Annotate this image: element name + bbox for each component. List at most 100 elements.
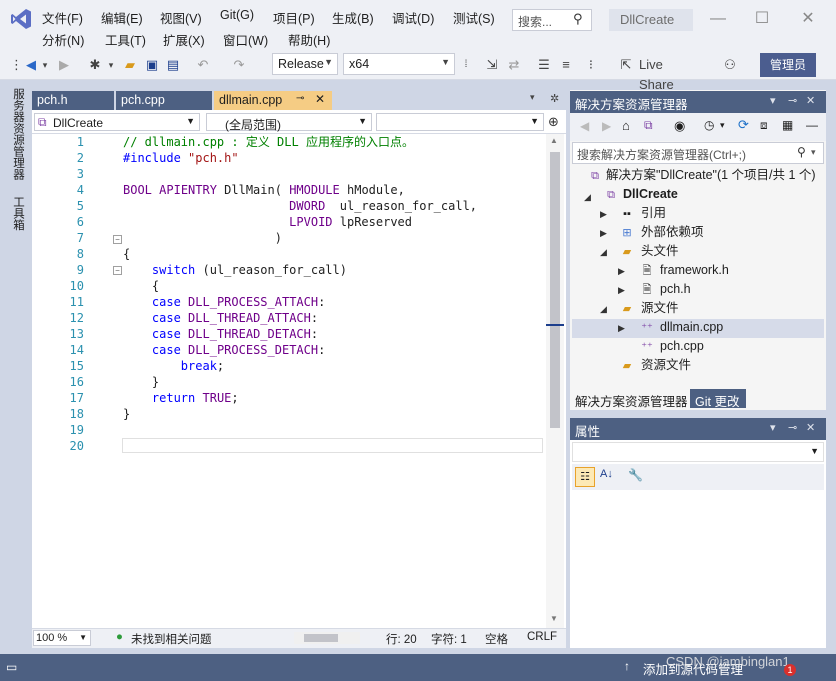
tree-item-header-files[interactable]: 头文件 [641,242,679,261]
pin-icon[interactable]: ⊸ [788,94,797,107]
expanded-icon[interactable]: ◢ [600,304,607,315]
menu-tools[interactable]: 工具(T) [105,30,146,49]
save-all-icon[interactable]: ▤ [164,55,182,75]
properties-icon[interactable]: ▦ [782,118,793,132]
member-dropdown[interactable]: ▼ [376,113,544,131]
expanded-icon[interactable]: ◢ [600,247,607,258]
collapse-icon[interactable]: − [113,235,122,244]
tab-overflow-icon[interactable]: ▾ [530,92,535,103]
undo-icon[interactable]: ↶ [194,55,212,75]
menu-git[interactable]: Git(G) [220,8,254,22]
pending-changes-icon[interactable]: ◷ [704,118,714,132]
alphabetical-icon[interactable]: A↓ [600,468,613,480]
whitespace-indicator[interactable]: 空格 [485,631,508,647]
close-tab-icon[interactable]: ✕ [315,92,325,106]
server-explorer-tab[interactable]: 服务器资源管理器 [10,88,26,180]
char-indicator[interactable]: 字符: 1 [431,631,467,647]
switch-views-icon[interactable]: ⧉ [644,118,653,133]
tree-item-framework-h[interactable]: framework.h [660,261,729,280]
window-options-icon[interactable]: ▾ [770,94,776,107]
tab-solution-explorer[interactable]: 解决方案资源管理器 [570,389,688,409]
forward-icon[interactable]: ▶ [602,119,611,133]
collapsed-icon[interactable]: ▶ [600,228,607,239]
back-icon[interactable]: ◀ [580,119,589,133]
object-selector[interactable]: ▼ [572,442,824,462]
search-input[interactable]: 搜索... ⚲ [512,9,592,31]
close-icon[interactable]: ✕ [793,6,823,32]
editor-horizontal-scrollbar[interactable] [294,632,360,644]
sync-icon[interactable]: ⟳ [738,117,749,133]
settings-icon[interactable]: ✲ [550,92,559,105]
forward-icon[interactable]: ▶ [55,55,73,75]
tab-pch-h[interactable]: pch.h [32,91,114,110]
collapse-all-icon[interactable]: ⧈ [760,118,768,133]
save-icon[interactable]: ▣ [143,55,161,75]
menu-debug[interactable]: 调试(D) [392,8,434,27]
pin-icon[interactable]: ⊸ [296,93,304,104]
menu-file[interactable]: 文件(F) [42,8,83,27]
menu-window[interactable]: 窗口(W) [223,30,268,49]
toolbar-overflow-icon[interactable]: ⁞ [462,55,470,75]
feedback-icon[interactable]: ⚇ [720,55,740,75]
tab-git-changes[interactable]: Git 更改 [690,389,746,409]
project-dropdown[interactable]: ⧉ DllCreate ▼ [34,113,200,131]
menu-help[interactable]: 帮助(H) [288,30,330,49]
line-indicator[interactable]: 行: 20 [386,631,417,647]
tree-item-pch-h[interactable]: pch.h [660,280,691,299]
window-options-icon[interactable]: ▾ [770,421,776,434]
toolbar-options-icon[interactable]: ⁝ [586,55,596,75]
admin-button[interactable]: 管理员 [760,53,816,77]
editor-vertical-scrollbar[interactable]: ▲ ▼ [546,134,564,628]
scroll-up-icon[interactable]: ▲ [550,136,558,145]
new-dropdown-icon[interactable]: ▾ [106,55,116,75]
back-icon[interactable]: ◀ [22,55,40,75]
tree-item-solution[interactable]: 解决方案"DllCreate"(1 个项目/共 1 个) [606,166,816,185]
collapsed-icon[interactable]: ▶ [600,209,607,220]
tree-item-project[interactable]: DllCreate [623,185,678,204]
issues-status[interactable]: 未找到相关问题 [131,631,212,647]
categorized-icon[interactable]: ☷ [575,467,595,487]
show-all-files-icon[interactable]: ◉ [674,118,685,134]
tree-item-references[interactable]: 引用 [641,204,666,223]
property-pages-icon[interactable]: 🔧 [628,468,643,482]
menu-edit[interactable]: 编辑(E) [101,8,143,27]
menu-analyze[interactable]: 分析(N) [42,30,84,49]
collapsed-icon[interactable]: ▶ [618,323,625,334]
pin-icon[interactable]: ⊸ [788,421,797,434]
step-over-icon[interactable]: ⇄ [505,55,523,75]
uncomment-icon[interactable]: ≡ [557,55,575,75]
collapse-icon[interactable]: − [113,266,122,275]
menu-extensions[interactable]: 扩展(X) [163,30,205,49]
chevron-down-icon[interactable]: ▾ [720,120,725,131]
menu-view[interactable]: 视图(V) [160,8,202,27]
scrollbar-thumb[interactable] [304,634,338,642]
comment-icon[interactable]: ☰ [535,55,553,75]
collapsed-icon[interactable]: ▶ [618,285,625,296]
solution-search-input[interactable]: 搜索解决方案资源管理器(Ctrl+;) ⚲ ▾ [572,142,824,164]
tree-item-source-files[interactable]: 源文件 [641,299,679,318]
output-panel-icon[interactable]: ▭ [6,660,17,674]
more-icon[interactable]: — [806,118,818,132]
home-icon[interactable]: ⌂ [622,118,630,133]
split-editor-icon[interactable]: ⊕ [548,114,559,130]
maximize-icon[interactable]: ☐ [747,6,777,32]
menu-project[interactable]: 项目(P) [273,8,315,27]
expanded-icon[interactable]: ◢ [584,192,591,203]
notification-badge-icon[interactable]: 1 [784,664,796,676]
tree-item-pch-cpp[interactable]: pch.cpp [660,337,704,356]
eol-indicator[interactable]: CRLF [527,631,557,643]
redo-icon[interactable]: ↷ [230,55,248,75]
step-into-icon[interactable]: ⇲ [483,55,501,75]
tab-pch-cpp[interactable]: pch.cpp [116,91,212,110]
minimize-icon[interactable]: — [703,6,733,32]
menu-build[interactable]: 生成(B) [332,8,374,27]
tab-dllmain-cpp[interactable]: dllmain.cpp ⊸ ✕ [214,91,332,110]
tree-item-dllmain-cpp[interactable]: dllmain.cpp [660,318,723,337]
platform-select[interactable]: x64 ▼ [343,53,455,75]
new-project-icon[interactable]: ✱ [85,55,105,75]
open-file-icon[interactable]: ▰ [120,55,140,75]
menu-test[interactable]: 测试(S) [453,8,495,27]
collapsed-icon[interactable]: ▶ [618,266,625,277]
scrollbar-thumb[interactable] [550,152,560,428]
back-dropdown-icon[interactable]: ▾ [40,55,50,75]
